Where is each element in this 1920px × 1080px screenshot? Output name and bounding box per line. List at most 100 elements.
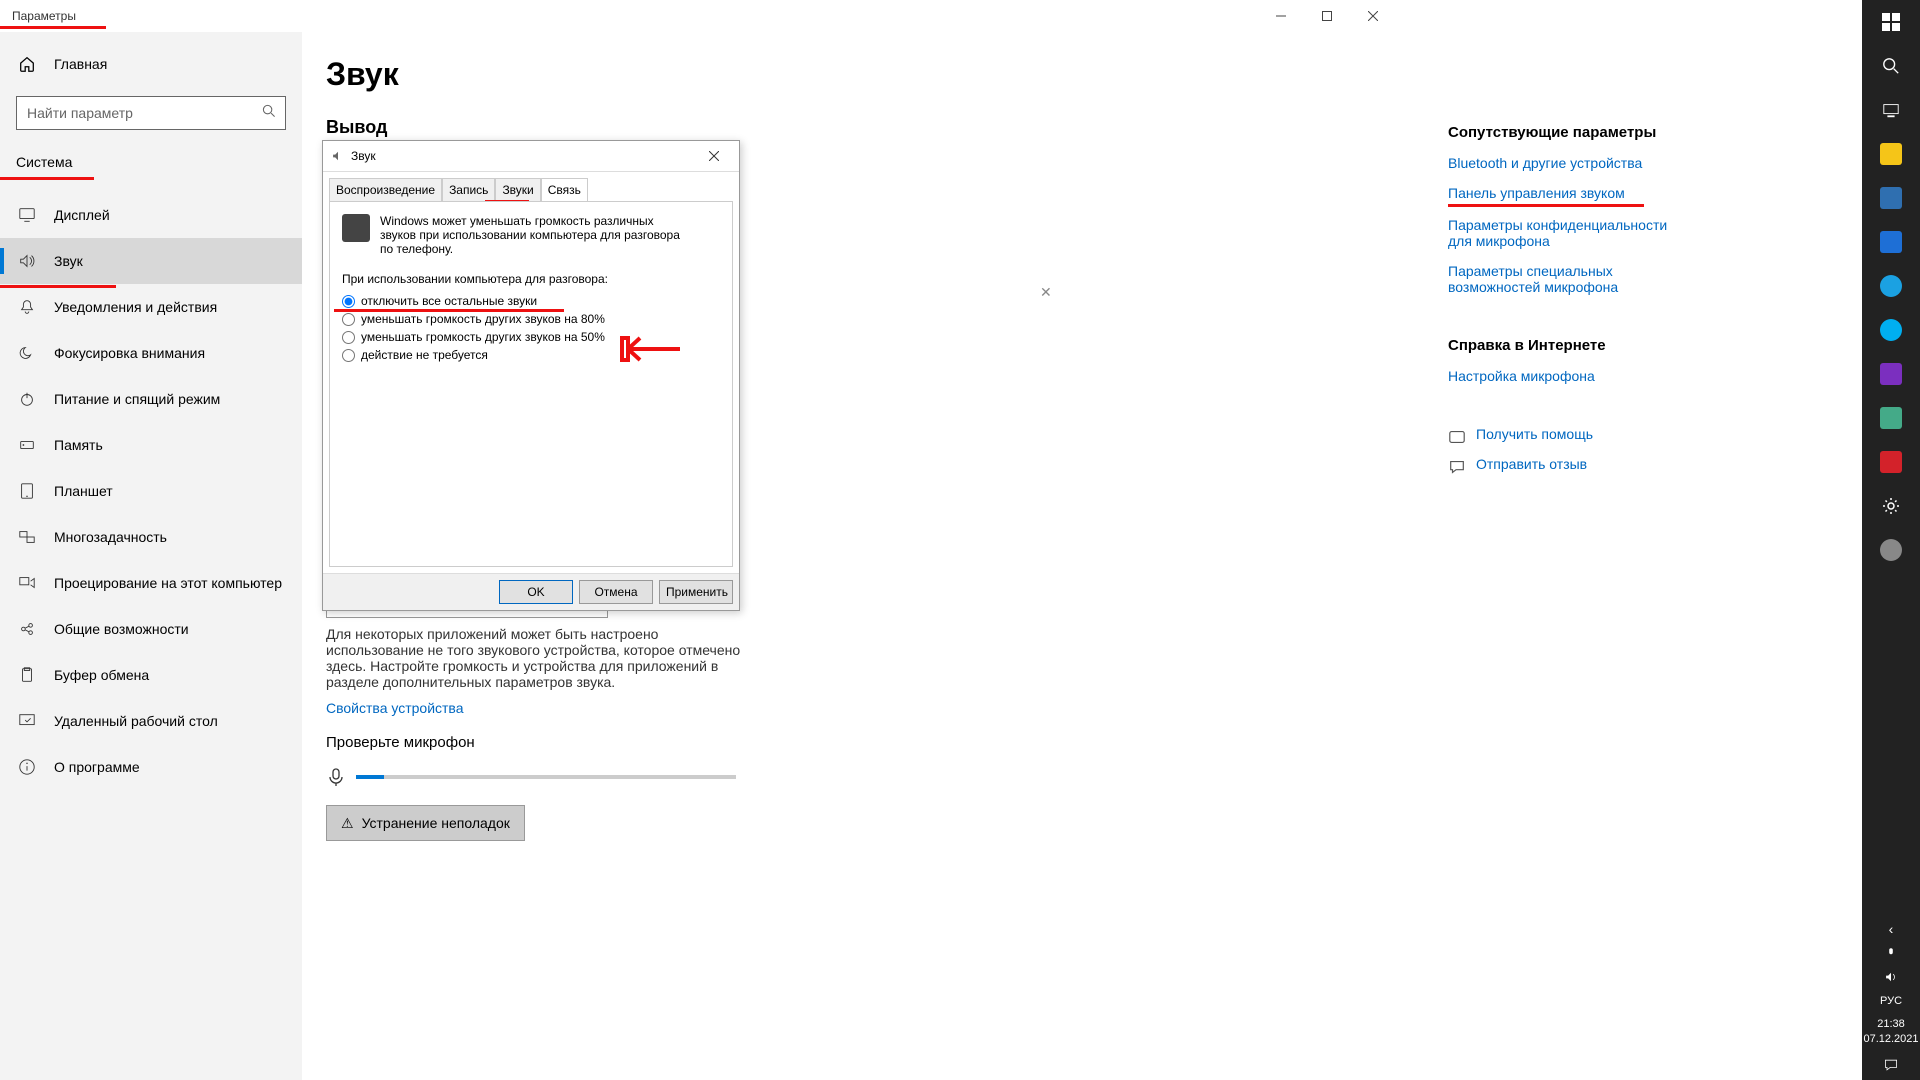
nav-home[interactable]: Главная [0,42,302,86]
comm-option-label: уменьшать громкость других звуков на 50% [361,330,605,344]
rail-link-mic-setup[interactable]: Настройка микрофона [1448,368,1678,384]
taskbar-app1[interactable] [1862,396,1920,440]
right-rail: Сопутствующие параметры Bluetooth и друг… [1448,124,1678,486]
home-icon [18,55,36,73]
start-button[interactable] [1862,0,1920,44]
nav-home-label: Главная [54,56,107,72]
get-help-link[interactable]: Получить помощь [1448,426,1678,446]
microphone-icon [326,767,346,787]
ok-button[interactable]: OK [499,580,573,604]
remote-icon [18,712,36,730]
action-center-button[interactable] [1862,1050,1920,1080]
get-help-label: Получить помощь [1476,426,1593,442]
maximize-button[interactable] [1304,0,1350,32]
tray-language[interactable]: РУС [1862,989,1920,1013]
taskbar-app2[interactable] [1862,528,1920,572]
sidebar-item-shared[interactable]: Общие возможности [0,606,302,652]
sidebar-item-label: Память [54,437,103,453]
tray-volume-icon[interactable] [1862,965,1920,989]
sidebar-item-label: Питание и спящий режим [54,391,220,407]
troubleshoot-label: Устранение неполадок [362,815,510,831]
sidebar-item-label: Проецирование на этот компьютер [54,575,282,591]
taskbar-taskview[interactable] [1862,88,1920,132]
sidebar-item-label: Многозадачность [54,529,167,545]
multi-icon [18,528,36,546]
phone-icon [342,214,370,242]
sidebar-item-label: Планшет [54,483,113,499]
sidebar-item-label: Уведомления и действия [54,299,217,315]
dialog-lead: При использовании компьютера для разгово… [342,272,720,286]
device-properties-link[interactable]: Свойства устройства [326,700,1356,716]
apply-button[interactable]: Применить [659,580,733,604]
taskbar-onenote[interactable] [1862,352,1920,396]
clipboard-icon [18,666,36,684]
search-icon [262,104,276,121]
sidebar-item-label: Дисплей [54,207,110,223]
project-icon [18,574,36,592]
cancel-button[interactable]: Отмена [579,580,653,604]
search-input[interactable] [16,96,286,130]
taskbar-explorer[interactable] [1862,132,1920,176]
dialog-tab-3[interactable]: Связь [541,178,588,201]
stray-close-x: ✕ [1040,284,1052,301]
sidebar-item-clipboard[interactable]: Буфер обмена [0,652,302,698]
sidebar-item-multi[interactable]: Многозадачность [0,514,302,560]
rail-heading-help: Справка в Интернете [1448,337,1678,354]
dialog-tab-0[interactable]: Воспроизведение [329,178,442,201]
sidebar: Главная Система ДисплейЗвукУведомления и… [0,32,302,1080]
bell-icon [18,298,36,316]
section-output: Вывод [326,117,1356,138]
comm-option-0[interactable]: отключить все остальные звуки [342,294,720,308]
feedback-label: Отправить отзыв [1476,456,1587,472]
sidebar-item-bell[interactable]: Уведомления и действия [0,284,302,330]
sidebar-item-project[interactable]: Проецирование на этот компьютер [0,560,302,606]
moon-icon [18,344,36,362]
sidebar-item-power[interactable]: Питание и спящий режим [0,376,302,422]
comm-option-label: действие не требуется [361,348,488,362]
rail-link-bluetooth[interactable]: Bluetooth и другие устройства [1448,155,1678,171]
comm-radio-2[interactable] [342,331,355,344]
minimize-button[interactable] [1258,0,1304,32]
taskbar-search[interactable] [1862,44,1920,88]
rail-link-sound-panel[interactable]: Панель управления звуком [1448,185,1678,201]
taskbar-skype[interactable] [1862,308,1920,352]
rail-link-mic-privacy[interactable]: Параметры конфиденциальности для микрофо… [1448,217,1678,249]
troubleshoot-button[interactable]: ⚠ Устранение неполадок [326,805,525,841]
page-title: Звук [326,56,1356,93]
dialog-close-button[interactable] [697,144,731,168]
dialog-tab-2[interactable]: Звуки [495,178,540,201]
taskbar-acrobat[interactable] [1862,440,1920,484]
feedback-icon [1448,458,1466,476]
comm-option-1[interactable]: уменьшать громкость других звуков на 80% [342,312,720,326]
sidebar-item-storage[interactable]: Память [0,422,302,468]
sidebar-item-tablet[interactable]: Планшет [0,468,302,514]
comm-option-label: отключить все остальные звуки [361,294,537,308]
taskbar-store[interactable] [1862,176,1920,220]
sidebar-item-display[interactable]: Дисплей [0,192,302,238]
taskbar-settings[interactable] [1862,484,1920,528]
sidebar-item-moon[interactable]: Фокусировка внимания [0,330,302,376]
feedback-link[interactable]: Отправить отзыв [1448,456,1678,476]
sidebar-item-sound[interactable]: Звук [0,238,302,284]
sidebar-item-label: Звук [54,253,83,269]
comm-radio-0[interactable] [342,295,355,308]
close-button[interactable] [1350,0,1396,32]
sidebar-item-remote[interactable]: Удаленный рабочий стол [0,698,302,744]
help-icon [1448,428,1466,446]
speaker-icon [331,149,345,163]
tray-mic-icon[interactable] [1862,941,1920,965]
tray-clock[interactable]: 21:38 07.12.2021 [1863,1013,1918,1050]
titlebar: Параметры [0,0,1396,32]
window-title: Параметры [12,9,76,23]
taskbar-edge[interactable] [1862,264,1920,308]
comm-radio-1[interactable] [342,313,355,326]
taskbar-mail[interactable] [1862,220,1920,264]
comm-radio-3[interactable] [342,349,355,362]
power-icon [18,390,36,408]
dialog-tab-1[interactable]: Запись [442,178,495,201]
sidebar-item-info[interactable]: О программе [0,744,302,790]
tray-chevron[interactable]: ‹ [1862,917,1920,941]
display-icon [18,206,36,224]
rail-link-mic-ease[interactable]: Параметры специальных возможностей микро… [1448,263,1678,295]
input-device-note: Для некоторых приложений может быть наст… [326,626,746,690]
